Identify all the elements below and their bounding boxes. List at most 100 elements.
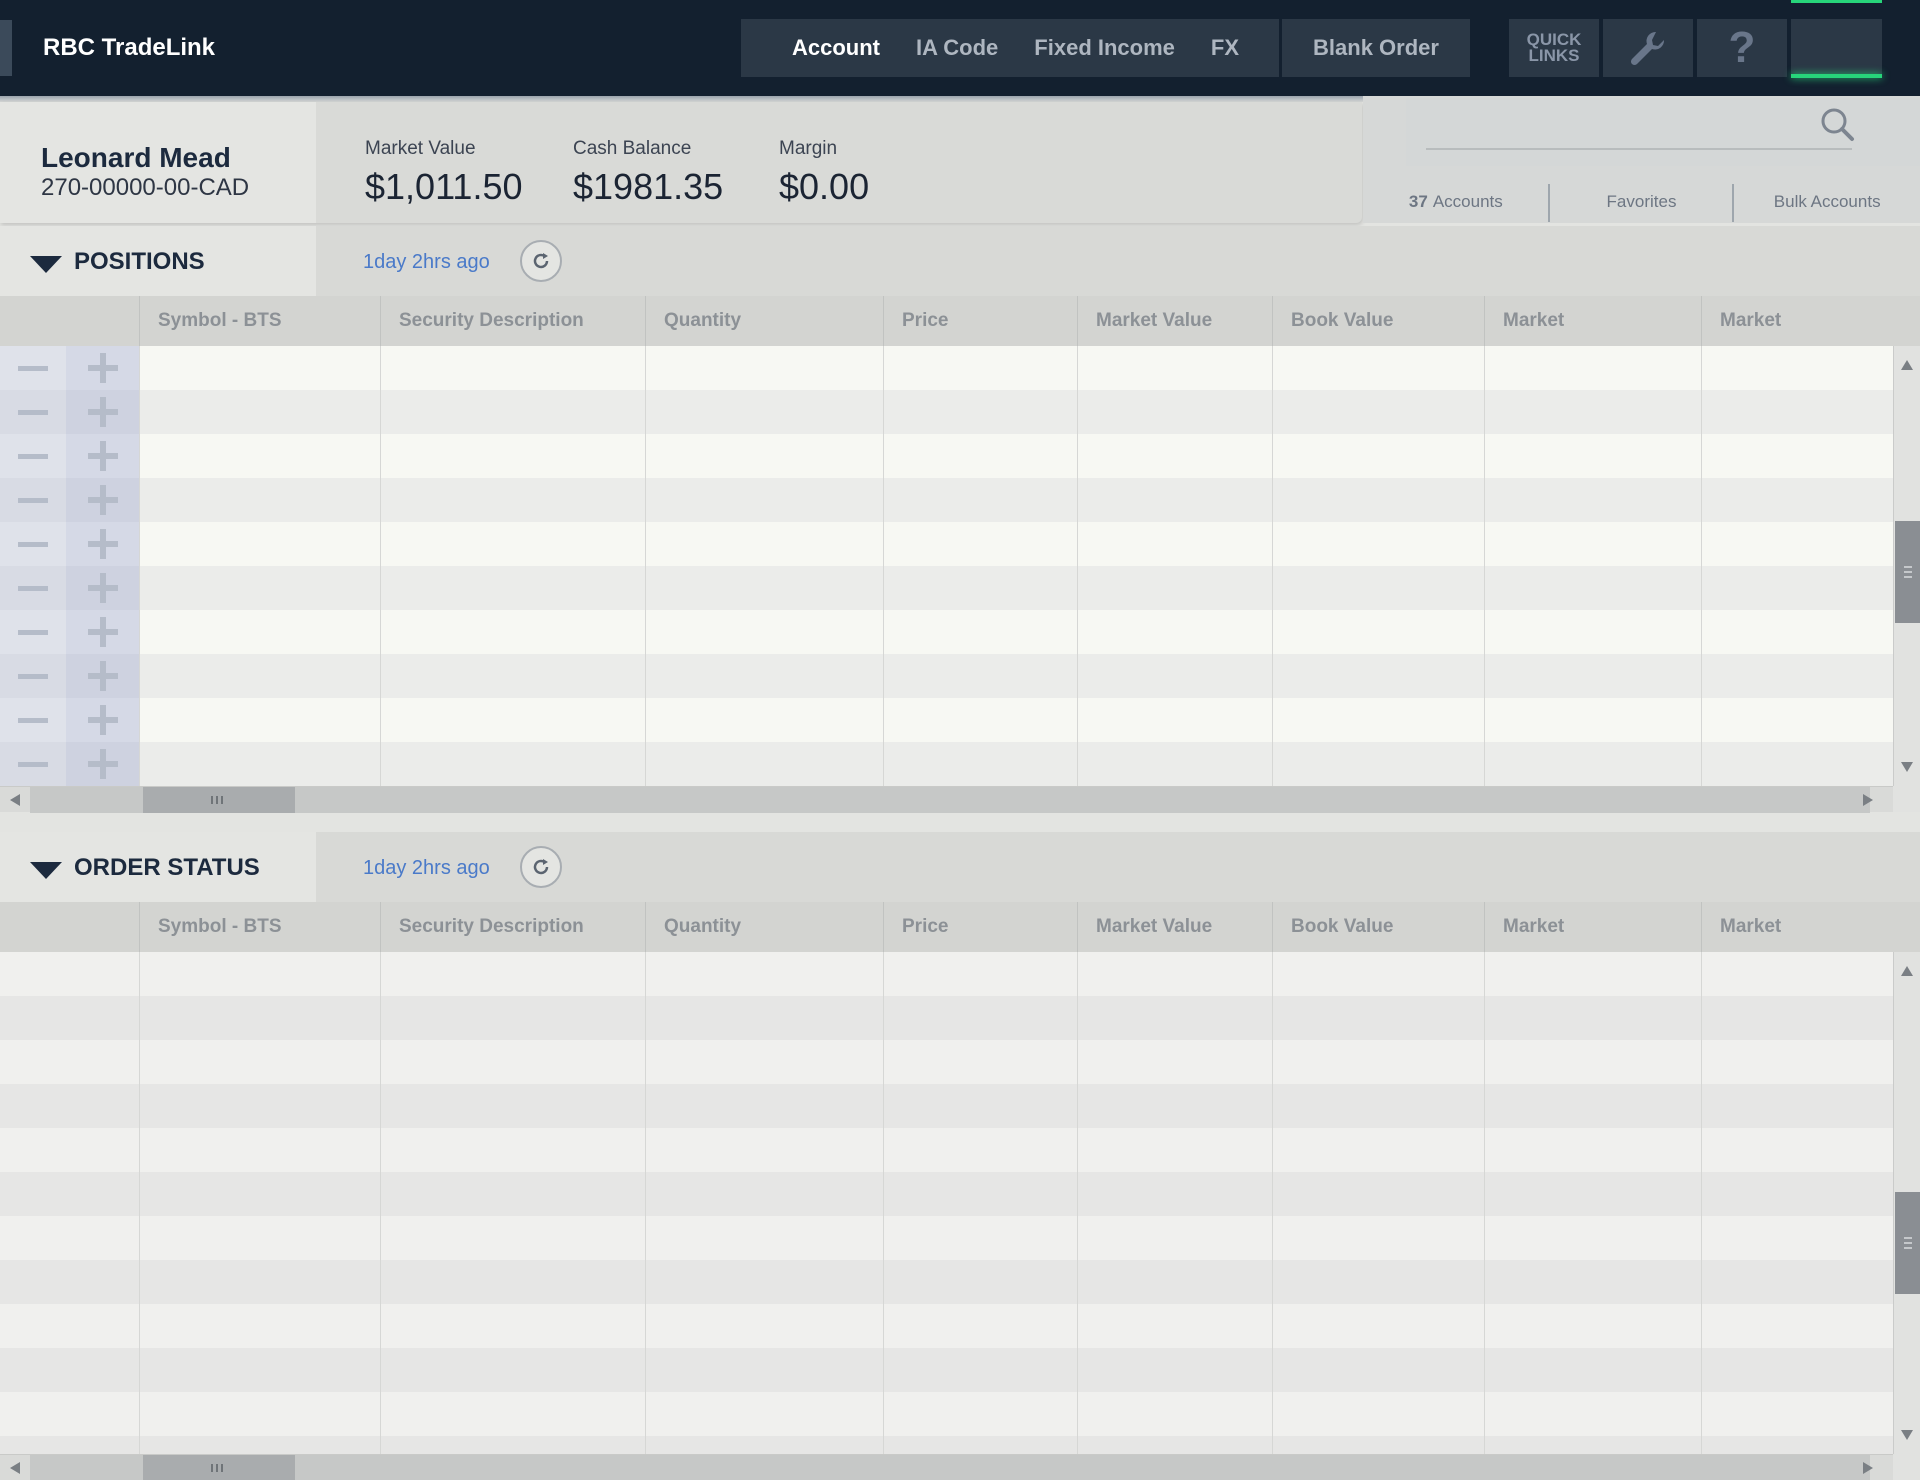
column-divider xyxy=(1701,952,1702,1454)
col-security-description[interactable]: Security Description xyxy=(380,296,645,346)
quick-links-button[interactable]: QUICK LINKS xyxy=(1509,19,1599,77)
add-row-button[interactable] xyxy=(66,478,139,522)
positions-hscroll-thumb[interactable] xyxy=(143,787,295,813)
add-row-button[interactable] xyxy=(66,566,139,610)
add-row-button[interactable] xyxy=(66,522,139,566)
table-row[interactable] xyxy=(0,1260,1893,1304)
add-row-button[interactable] xyxy=(66,698,139,742)
search-icon[interactable] xyxy=(1819,106,1855,142)
table-row[interactable] xyxy=(0,1436,1893,1454)
table-row[interactable] xyxy=(0,610,1893,654)
order-status-hscroll-thumb[interactable] xyxy=(143,1455,295,1480)
tab-favorites[interactable]: Favorites xyxy=(1549,180,1735,223)
order-status-hscroll-track[interactable] xyxy=(30,1455,1870,1480)
remove-row-button[interactable] xyxy=(0,654,66,698)
table-row[interactable] xyxy=(0,996,1893,1040)
table-row[interactable] xyxy=(0,654,1893,698)
add-row-button[interactable] xyxy=(66,434,139,478)
refresh-icon xyxy=(533,859,549,875)
remove-row-button[interactable] xyxy=(0,610,66,654)
collapse-order-status-icon[interactable] xyxy=(30,862,62,879)
scroll-down-icon[interactable] xyxy=(1901,762,1913,772)
col-book-value[interactable]: Book Value xyxy=(1272,902,1484,952)
scroll-right-icon[interactable] xyxy=(1863,794,1873,806)
positions-hscroll-track[interactable] xyxy=(30,787,1870,813)
nav-fx[interactable]: FX xyxy=(1193,35,1257,61)
help-button[interactable]: ? xyxy=(1697,19,1787,77)
col-book-value[interactable]: Book Value xyxy=(1272,296,1484,346)
table-row[interactable] xyxy=(0,952,1893,996)
col-market[interactable]: Market xyxy=(1484,902,1701,952)
positions-refresh-button[interactable] xyxy=(520,240,562,282)
table-row[interactable] xyxy=(0,698,1893,742)
table-row[interactable] xyxy=(0,1392,1893,1436)
collapse-positions-icon[interactable] xyxy=(30,256,62,273)
side-menu-tab[interactable] xyxy=(0,20,12,76)
table-row[interactable] xyxy=(0,1348,1893,1392)
tab-accounts[interactable]: 37 Accounts xyxy=(1363,180,1549,223)
table-row[interactable] xyxy=(0,434,1893,478)
add-row-button[interactable] xyxy=(66,390,139,434)
col-price[interactable]: Price xyxy=(883,902,1077,952)
col-security-description[interactable]: Security Description xyxy=(380,902,645,952)
column-divider xyxy=(1484,952,1485,1454)
order-status-horizontal-scrollbar[interactable] xyxy=(0,1454,1893,1480)
col-market-value[interactable]: Market Value xyxy=(1077,296,1272,346)
cash-balance-value: $1981.35 xyxy=(573,166,724,207)
col-market-2[interactable]: Market xyxy=(1701,902,1893,952)
remove-row-button[interactable] xyxy=(0,698,66,742)
blank-order-button[interactable]: Blank Order xyxy=(1282,19,1470,77)
remove-row-button[interactable] xyxy=(0,346,66,390)
scroll-right-icon[interactable] xyxy=(1863,1462,1873,1474)
settings-button[interactable] xyxy=(1603,19,1693,77)
account-identity: Leonard Mead 270-00000-00-CAD xyxy=(0,102,316,223)
col-symbol[interactable]: Symbol - BTS xyxy=(139,902,380,952)
col-market[interactable]: Market xyxy=(1484,296,1701,346)
positions-horizontal-scrollbar[interactable] xyxy=(0,786,1893,813)
scroll-up-icon[interactable] xyxy=(1901,966,1913,976)
order-status-vertical-scrollbar[interactable] xyxy=(1893,952,1920,1454)
table-row[interactable] xyxy=(0,1084,1893,1128)
col-symbol[interactable]: Symbol - BTS xyxy=(139,296,380,346)
remove-row-button[interactable] xyxy=(0,742,66,786)
scroll-up-icon[interactable] xyxy=(1901,360,1913,370)
order-status-vscroll-thumb[interactable] xyxy=(1895,1192,1920,1294)
positions-vertical-scrollbar[interactable] xyxy=(1893,346,1920,786)
remove-row-button[interactable] xyxy=(0,566,66,610)
plus-icon xyxy=(87,705,118,735)
col-market-value[interactable]: Market Value xyxy=(1077,902,1272,952)
table-row[interactable] xyxy=(0,390,1893,434)
col-market-2[interactable]: Market xyxy=(1701,296,1893,346)
table-row[interactable] xyxy=(0,346,1893,390)
table-row[interactable] xyxy=(0,566,1893,610)
remove-row-button[interactable] xyxy=(0,390,66,434)
scroll-left-icon[interactable] xyxy=(10,1462,20,1474)
table-row[interactable] xyxy=(0,1128,1893,1172)
nav-ia-code[interactable]: IA Code xyxy=(898,35,1016,61)
table-row[interactable] xyxy=(0,742,1893,786)
add-row-button[interactable] xyxy=(66,742,139,786)
table-row[interactable] xyxy=(0,1040,1893,1084)
nav-account[interactable]: Account xyxy=(741,35,898,61)
table-row[interactable] xyxy=(0,1172,1893,1216)
add-row-button[interactable] xyxy=(66,346,139,390)
table-row[interactable] xyxy=(0,522,1893,566)
col-quantity[interactable]: Quantity xyxy=(645,296,883,346)
status-button[interactable] xyxy=(1791,19,1882,77)
remove-row-button[interactable] xyxy=(0,478,66,522)
table-row[interactable] xyxy=(0,1304,1893,1348)
scroll-left-icon[interactable] xyxy=(10,794,20,806)
positions-vscroll-thumb[interactable] xyxy=(1895,521,1920,623)
nav-fixed-income[interactable]: Fixed Income xyxy=(1016,35,1193,61)
add-row-button[interactable] xyxy=(66,610,139,654)
table-row[interactable] xyxy=(0,478,1893,522)
scroll-down-icon[interactable] xyxy=(1901,1430,1913,1440)
remove-row-button[interactable] xyxy=(0,434,66,478)
table-row[interactable] xyxy=(0,1216,1893,1260)
tab-bulk-accounts[interactable]: Bulk Accounts xyxy=(1734,180,1920,223)
order-status-refresh-button[interactable] xyxy=(520,846,562,888)
add-row-button[interactable] xyxy=(66,654,139,698)
col-price[interactable]: Price xyxy=(883,296,1077,346)
col-quantity[interactable]: Quantity xyxy=(645,902,883,952)
remove-row-button[interactable] xyxy=(0,522,66,566)
